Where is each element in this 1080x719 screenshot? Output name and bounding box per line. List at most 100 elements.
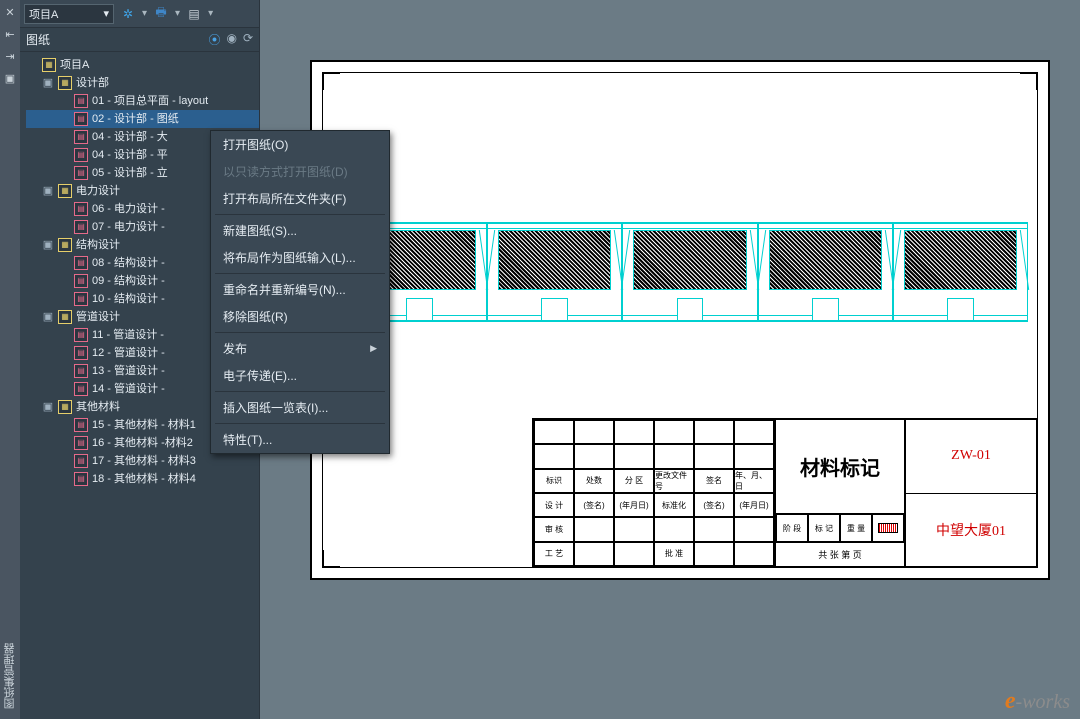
sheet-tree-item[interactable]: ▤02 - 设计部 - 图纸 bbox=[26, 110, 259, 128]
menu-item-label: 特性(T)... bbox=[223, 431, 272, 448]
sheet-icon: ▤ bbox=[74, 130, 88, 144]
menu-item-label: 插入图纸一览表(I)... bbox=[223, 399, 328, 416]
project-selector[interactable]: 项目A ▾ bbox=[24, 4, 114, 24]
tree-item-label: 12 - 管道设计 - bbox=[92, 344, 165, 362]
tree-item-label: 14 - 管道设计 - bbox=[92, 380, 165, 398]
tree-toggle-icon[interactable]: ▣ bbox=[42, 182, 54, 200]
sheets-panel-header: 图纸 ⦿ ◉ ⟳ bbox=[20, 28, 259, 52]
dock-right-icon[interactable]: ⇥ bbox=[2, 48, 18, 64]
sheet-tree-group[interactable]: ▣▦设计部 bbox=[26, 74, 259, 92]
sheet-icon: ▤ bbox=[74, 454, 88, 468]
scale-hatch-icon bbox=[878, 523, 898, 533]
sheet-tree-group[interactable]: ▦项目A bbox=[26, 56, 259, 74]
sheet-icon: ▤ bbox=[74, 148, 88, 162]
context-menu-item[interactable]: 打开图纸(O) bbox=[211, 131, 389, 158]
folder-icon: ▦ bbox=[58, 76, 72, 90]
tree-item-label: 09 - 结构设计 - bbox=[92, 272, 165, 290]
tree-item-label: 结构设计 bbox=[76, 236, 120, 254]
tree-item-label: 其他材料 bbox=[76, 398, 120, 416]
close-icon[interactable]: ✕ bbox=[2, 4, 18, 20]
titleblock: 标识处数分 区更改文件号签名年、月、日 设 计(签名)(年月日)标准化(签名)(… bbox=[532, 418, 1038, 568]
sheet-tree-item[interactable]: ▤ 18 - 其他材料 - 材料4 bbox=[26, 470, 259, 488]
tree-toggle-icon[interactable]: ▣ bbox=[42, 236, 54, 254]
sheet-icon: ▤ bbox=[74, 364, 88, 378]
context-menu-item[interactable]: 将布局作为图纸输入(L)... bbox=[211, 244, 389, 271]
menu-item-label: 将布局作为图纸输入(L)... bbox=[223, 249, 356, 266]
menu-item-label: 以只读方式打开图纸(D) bbox=[223, 163, 348, 180]
sheet-count: 共 张 第 页 bbox=[776, 542, 904, 566]
folder-icon: ▦ bbox=[58, 310, 72, 324]
frame-corner-bl bbox=[322, 550, 340, 568]
sheet-icon: ▤ bbox=[74, 472, 88, 486]
panel-icon[interactable]: ▣ bbox=[2, 70, 18, 86]
sheet-context-menu: 打开图纸(O) 以只读方式打开图纸(D) 打开布局所在文件夹(F) 新建图纸(S)..… bbox=[210, 130, 390, 454]
elevation-drawing bbox=[352, 222, 1028, 322]
context-menu-item[interactable]: 电子传递(E)... bbox=[211, 362, 389, 389]
tree-item-label: 06 - 电力设计 - bbox=[92, 200, 165, 218]
drawing-sheet: 标识处数分 区更改文件号签名年、月、日 设 计(签名)(年月日)标准化(签名)(… bbox=[310, 60, 1050, 580]
context-menu-item[interactable]: 插入图纸一览表(I)... bbox=[211, 394, 389, 421]
tree-item-label: 07 - 电力设计 - bbox=[92, 218, 165, 236]
tree-toggle-icon[interactable]: ▣ bbox=[42, 74, 54, 92]
menu-item-label: 打开图纸(O) bbox=[223, 136, 288, 153]
tree-item-label: 08 - 结构设计 - bbox=[92, 254, 165, 272]
tree-item-label: 16 - 其他材料 -材料2 bbox=[92, 434, 193, 452]
folder-icon: ▦ bbox=[42, 58, 56, 72]
tree-item-label: 电力设计 bbox=[76, 182, 120, 200]
sheet-tree-item[interactable]: ▤01 - 项目总平面 - layout bbox=[26, 92, 259, 110]
sheet-icon: ▤ bbox=[74, 292, 88, 306]
menu-item-label: 新建图纸(S)... bbox=[223, 222, 297, 239]
separator-icon: ▾ bbox=[142, 8, 147, 19]
folder-icon: ▦ bbox=[58, 184, 72, 198]
sheet-icon: ▤ bbox=[74, 94, 88, 108]
folder-icon: ▦ bbox=[58, 238, 72, 252]
menu-separator bbox=[215, 423, 385, 424]
collapse-all-icon[interactable]: ⦿ bbox=[208, 31, 220, 48]
project-selector-value: 项目A bbox=[29, 6, 58, 22]
dock-left-icon[interactable]: ⇤ bbox=[2, 26, 18, 42]
menu-item-label: 发布 bbox=[223, 340, 247, 357]
separator-icon: ▾ bbox=[175, 8, 180, 19]
tree-item-label: 11 - 管道设计 - bbox=[92, 326, 164, 344]
visibility-icon[interactable]: ◉ bbox=[226, 31, 236, 48]
frame-corner-tr bbox=[1020, 72, 1038, 90]
sheet-icon: ▤ bbox=[74, 202, 88, 216]
tree-toggle-icon[interactable]: ▣ bbox=[42, 398, 54, 416]
tree-item-label: 04 - 设计部 - 平 bbox=[92, 146, 168, 164]
titleblock-center: 材料标记 阶 段 标 记 重 量 共 张 第 页 bbox=[774, 420, 904, 566]
drawing-code: ZW-01 bbox=[906, 420, 1036, 494]
menu-item-label: 移除图纸(R) bbox=[223, 308, 288, 325]
sheet-icon: ▤ bbox=[74, 436, 88, 450]
context-menu-item[interactable]: 发布▶ bbox=[211, 335, 389, 362]
tree-toggle-icon[interactable]: ▣ bbox=[42, 308, 54, 326]
project-toolbar: 项目A ▾ ✲ ▾ 🖶 ▾ ▤ ▾ bbox=[20, 0, 259, 28]
sheet-icon: ▤ bbox=[74, 256, 88, 270]
context-menu-item[interactable]: 打开布局所在文件夹(F) bbox=[211, 185, 389, 212]
print-icon[interactable]: 🖶 bbox=[151, 4, 171, 24]
chevron-down-icon: ▾ bbox=[103, 7, 109, 20]
context-menu-item[interactable]: 重命名并重新编号(N)... bbox=[211, 276, 389, 303]
context-menu-item[interactable]: 移除图纸(R) bbox=[211, 303, 389, 330]
menu-item-label: 重命名并重新编号(N)... bbox=[223, 281, 346, 298]
context-menu-item[interactable]: 新建图纸(S)... bbox=[211, 217, 389, 244]
tree-item-label: 10 - 结构设计 - bbox=[92, 290, 165, 308]
menu-separator bbox=[215, 273, 385, 274]
tree-item-label: 02 - 设计部 - 图纸 bbox=[92, 110, 179, 128]
titleblock-right: ZW-01 中望大厦01 bbox=[904, 420, 1036, 566]
sheet-icon: ▤ bbox=[74, 166, 88, 180]
context-menu-item[interactable]: 特性(T)... bbox=[211, 426, 389, 453]
gear-icon[interactable]: ✲ bbox=[118, 4, 138, 24]
eworks-watermark: e-works bbox=[1005, 688, 1070, 715]
sheet-tree-item[interactable]: ▤17 - 其他材料 - 材料3 bbox=[26, 452, 259, 470]
sheet-icon: ▤ bbox=[74, 274, 88, 288]
refresh-icon[interactable]: ⟳ bbox=[243, 31, 253, 48]
tree-item-label: 管道设计 bbox=[76, 308, 120, 326]
sheets-panel-title: 图纸 bbox=[26, 31, 50, 48]
menu-separator bbox=[215, 214, 385, 215]
folder-icon: ▦ bbox=[58, 400, 72, 414]
sheet-icon: ▤ bbox=[74, 418, 88, 432]
tree-item-label: 18 - 其他材料 - 材料4 bbox=[92, 470, 196, 488]
menu-item-label: 电子传递(E)... bbox=[223, 367, 297, 384]
separator-icon: ▾ bbox=[208, 8, 213, 19]
list-icon[interactable]: ▤ bbox=[184, 4, 204, 24]
